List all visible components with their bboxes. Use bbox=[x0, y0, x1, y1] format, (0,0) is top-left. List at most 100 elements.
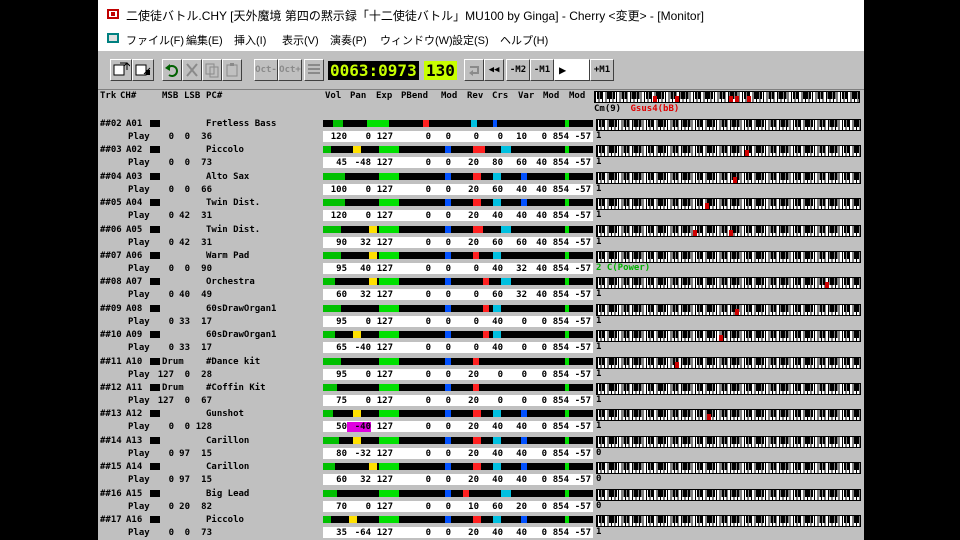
value-mod[interactable]: 0 bbox=[429, 238, 451, 248]
value-mod[interactable]: 0 bbox=[429, 158, 451, 168]
menu-window[interactable]: ウィンドウ(W) bbox=[380, 32, 453, 48]
value-exp[interactable]: 127 bbox=[371, 502, 393, 512]
value-vol[interactable]: 80 bbox=[323, 449, 347, 459]
track-status[interactable]: Play bbox=[128, 185, 150, 195]
track-status[interactable]: Play bbox=[128, 290, 150, 300]
value-var[interactable]: 32 bbox=[505, 290, 527, 300]
value-exp[interactable]: 127 bbox=[371, 528, 393, 538]
value-pc[interactable]: 67 bbox=[192, 396, 212, 406]
value-rev[interactable]: 20 bbox=[457, 370, 479, 380]
value-crs[interactable]: 60 bbox=[481, 185, 503, 195]
menu-file[interactable]: ファイル(F) bbox=[126, 32, 184, 48]
value-lsb[interactable]: 0 bbox=[172, 396, 190, 406]
value-vol[interactable]: 95 bbox=[323, 370, 347, 380]
value-rev[interactable]: 0 bbox=[457, 132, 479, 142]
value-vol[interactable]: 95 bbox=[323, 264, 347, 274]
value-crs[interactable]: 40 bbox=[481, 264, 503, 274]
value-var[interactable]: 40 bbox=[505, 211, 527, 221]
value-lsb[interactable]: 20 bbox=[172, 502, 190, 512]
value-mod[interactable]: 0 bbox=[429, 290, 451, 300]
value-last[interactable]: -57 bbox=[561, 422, 591, 432]
value-msb[interactable]: 0 bbox=[150, 158, 174, 168]
track-status[interactable]: Play bbox=[128, 238, 150, 248]
instrument-name[interactable]: Twin Dist. bbox=[206, 198, 260, 208]
value-vol[interactable]: 75 bbox=[323, 396, 347, 406]
value-last[interactable]: -57 bbox=[561, 264, 591, 274]
value-lsb[interactable]: 97 bbox=[172, 475, 190, 485]
value-pb[interactable]: 0 bbox=[409, 396, 431, 406]
value-pb[interactable]: 0 bbox=[409, 370, 431, 380]
track-status[interactable]: Play bbox=[128, 158, 150, 168]
menu-help[interactable]: ヘルプ(H) bbox=[500, 32, 548, 48]
value-crs[interactable]: 40 bbox=[481, 449, 503, 459]
value-rev[interactable]: 10 bbox=[457, 502, 479, 512]
value-pc[interactable]: 28 bbox=[192, 370, 212, 380]
track-row[interactable]: ##10 A09 60sDrawOrgan1 Play 0 33 17 65 -40 127 0 0 0… bbox=[98, 329, 864, 355]
instrument-name[interactable]: #Dance kit bbox=[206, 357, 260, 367]
value-pan[interactable]: 40 bbox=[347, 264, 371, 274]
value-mod[interactable]: 0 bbox=[429, 449, 451, 459]
value-rev[interactable]: 20 bbox=[457, 528, 479, 538]
value-lsb[interactable]: 97 bbox=[172, 449, 190, 459]
instrument-name[interactable]: Big Lead bbox=[206, 489, 249, 499]
value-lsb[interactable]: 0 bbox=[172, 528, 190, 538]
value-msb[interactable]: 0 bbox=[150, 449, 174, 459]
value-mod[interactable]: 0 bbox=[429, 185, 451, 195]
value-last[interactable]: -57 bbox=[561, 317, 591, 327]
value-var[interactable]: 0 bbox=[505, 396, 527, 406]
value-mod[interactable]: 0 bbox=[429, 396, 451, 406]
value-rev[interactable]: 20 bbox=[457, 449, 479, 459]
value-vol[interactable]: 65 bbox=[323, 343, 347, 353]
value-msb[interactable]: 0 bbox=[150, 528, 174, 538]
value-var[interactable]: 60 bbox=[505, 238, 527, 248]
value-crs[interactable]: 40 bbox=[481, 422, 503, 432]
cut-button[interactable] bbox=[182, 59, 202, 81]
value-msb[interactable]: 0 bbox=[150, 343, 174, 353]
value-exp[interactable]: 127 bbox=[371, 343, 393, 353]
value-vol[interactable]: 50 bbox=[323, 422, 347, 432]
menu-edit[interactable]: 編集(E) bbox=[186, 32, 223, 48]
value-pb[interactable]: 0 bbox=[409, 185, 431, 195]
value-pc[interactable]: 66 bbox=[192, 185, 212, 195]
value-pan[interactable]: 0 bbox=[347, 132, 371, 142]
value-pb[interactable]: 0 bbox=[409, 132, 431, 142]
track-row[interactable]: ##07 A06 Warm Pad Play 0 0 90 95 40 127 0 0 0 40 32 40 8… bbox=[98, 250, 864, 276]
value-last[interactable]: -57 bbox=[561, 343, 591, 353]
value-pc[interactable]: 82 bbox=[192, 502, 212, 512]
track-row[interactable]: ##12 A11 Drum #Coffin Kit Play 127 0 67 75 0 127 0 0… bbox=[98, 382, 864, 408]
instrument-name[interactable]: Carillon bbox=[206, 436, 249, 446]
value-rev[interactable]: 20 bbox=[457, 422, 479, 432]
value-mod[interactable]: 0 bbox=[429, 343, 451, 353]
octave-down-button[interactable]: Oct- bbox=[254, 59, 278, 81]
value-vol[interactable]: 95 bbox=[323, 317, 347, 327]
value-pc[interactable]: 17 bbox=[192, 317, 212, 327]
value-var[interactable]: 40 bbox=[505, 185, 527, 195]
value-rev[interactable]: 20 bbox=[457, 185, 479, 195]
value-pb[interactable]: 0 bbox=[409, 343, 431, 353]
value-pan[interactable]: 0 bbox=[347, 370, 371, 380]
value-pc[interactable]: 36 bbox=[192, 132, 212, 142]
value-mod[interactable]: 0 bbox=[429, 317, 451, 327]
value-rev[interactable]: 0 bbox=[457, 343, 479, 353]
value-pan[interactable]: 32 bbox=[347, 238, 371, 248]
track-row[interactable]: ##13 A12 Gunshot Play 0 0 128 50 -40 127 0 0 20 40 40 0… bbox=[98, 408, 864, 434]
track-row[interactable]: ##08 A07 Orchestra Play 0 40 49 60 32 127 0 0 0 60 32 4… bbox=[98, 276, 864, 302]
value-exp[interactable]: 127 bbox=[371, 422, 393, 432]
track-status[interactable]: Play bbox=[128, 396, 150, 406]
value-pan[interactable]: -40 bbox=[347, 422, 371, 433]
menu-insert[interactable]: 挿入(I) bbox=[234, 32, 266, 48]
track-row[interactable]: ##15 A14 Carillon Play 0 97 15 60 32 127 0 0 20 40 40 0… bbox=[98, 461, 864, 487]
value-mod[interactable]: 0 bbox=[429, 211, 451, 221]
value-pc[interactable]: 17 bbox=[192, 343, 212, 353]
value-pb[interactable]: 0 bbox=[409, 317, 431, 327]
value-lsb[interactable]: 0 bbox=[172, 185, 190, 195]
value-pb[interactable]: 0 bbox=[409, 528, 431, 538]
value-pb[interactable]: 0 bbox=[409, 449, 431, 459]
value-vol[interactable]: 45 bbox=[323, 158, 347, 168]
value-pan[interactable]: -40 bbox=[347, 343, 371, 353]
value-lsb[interactable]: 42 bbox=[172, 238, 190, 248]
value-crs[interactable]: 0 bbox=[481, 396, 503, 406]
instrument-name[interactable]: Twin Dist. bbox=[206, 225, 260, 235]
value-lsb[interactable]: 42 bbox=[172, 211, 190, 221]
value-lsb[interactable]: 33 bbox=[172, 317, 190, 327]
